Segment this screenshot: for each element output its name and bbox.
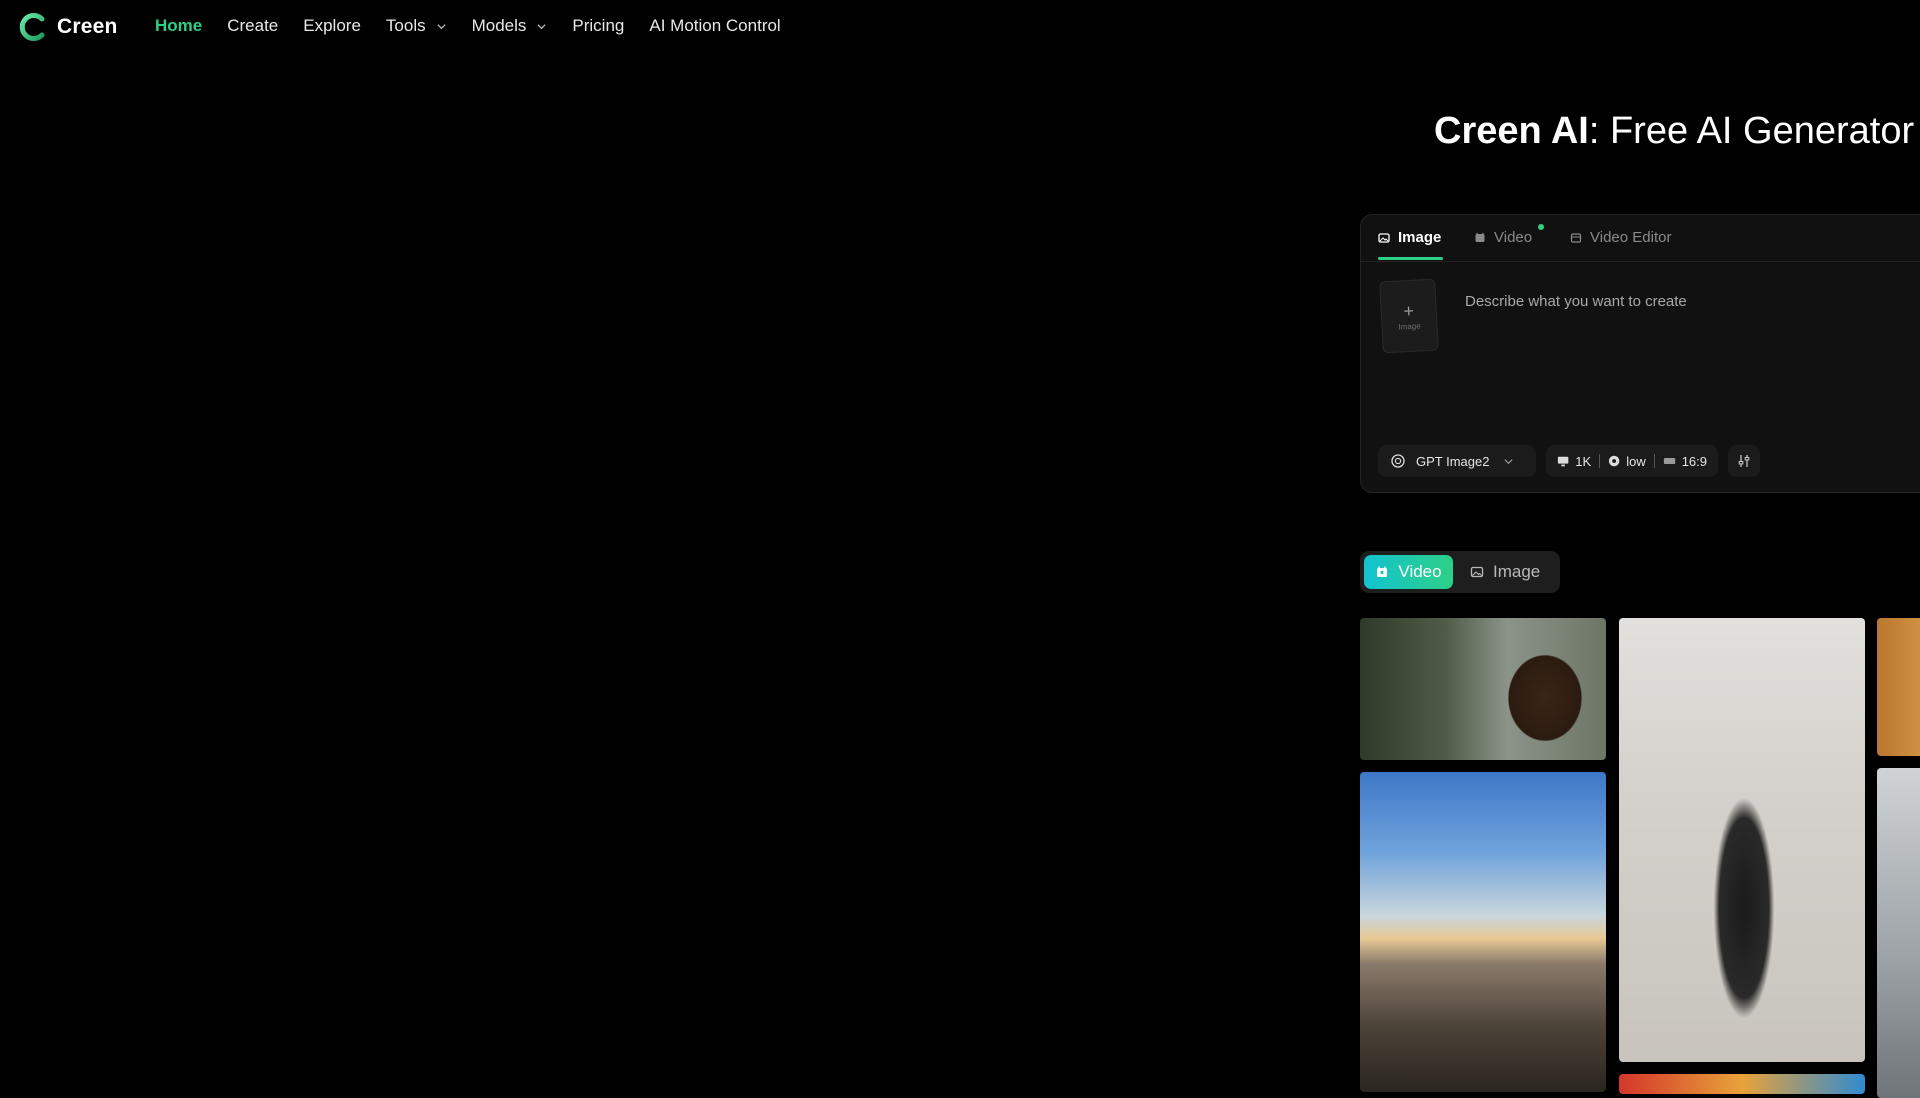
logo-text: Creen: [57, 15, 118, 38]
page-title: Creen AI: Free AI Generator: [1434, 110, 1914, 153]
resolution-value: 1K: [1575, 453, 1592, 469]
quality-icon: [1608, 455, 1620, 467]
video-editor-icon: [1570, 232, 1582, 243]
monitor-icon: [1557, 456, 1569, 466]
tab-video-label: Video: [1494, 229, 1533, 246]
nav-home-label: Home: [155, 16, 203, 35]
tab-image-label: Image: [1398, 229, 1442, 246]
nav-create-label: Create: [227, 16, 279, 35]
image-upload-label: Image: [1398, 320, 1421, 332]
plus-icon: +: [1402, 300, 1415, 321]
nav-home[interactable]: Home: [155, 16, 202, 36]
nav-models[interactable]: Models: [472, 16, 548, 36]
nav-models-label: Models: [471, 16, 527, 35]
quality-value: low: [1626, 453, 1646, 469]
aspect-ratio-icon: [1663, 457, 1675, 465]
generation-settings-button[interactable]: 1K low 16:9: [1546, 445, 1718, 477]
logo[interactable]: Creen: [18, 12, 118, 42]
main-nav: Home Create Explore Tools Models Pricing…: [155, 16, 806, 36]
divider: [1653, 454, 1655, 468]
toggle-image-label: Image: [1493, 562, 1541, 581]
nav-tools-label: Tools: [385, 16, 426, 35]
sliders-icon: [1738, 455, 1750, 467]
tab-image[interactable]: Image: [1378, 229, 1441, 246]
nav-ai-motion-control-label: AI Motion Control: [649, 16, 781, 35]
gallery-thumb-partial[interactable]: [1877, 618, 1920, 756]
nav-pricing[interactable]: Pricing: [572, 16, 624, 36]
tab-video-editor[interactable]: Video Editor: [1570, 229, 1671, 246]
model-select[interactable]: GPT Image2: [1378, 445, 1536, 477]
nav-tools[interactable]: Tools: [386, 16, 447, 36]
chevron-down-icon: [1504, 458, 1514, 464]
video-icon: [1377, 566, 1388, 577]
gallery-bigfoot-thumb[interactable]: [1360, 618, 1606, 760]
prompt-input[interactable]: Describe what you want to create: [1465, 293, 1687, 310]
nav-create[interactable]: Create: [227, 16, 278, 36]
new-indicator-dot: [1538, 224, 1544, 230]
gallery-portrait-thumb[interactable]: [1619, 618, 1865, 1062]
creen-logo-icon: [19, 13, 45, 41]
active-tab-indicator: [1378, 257, 1443, 260]
openai-icon: [1391, 454, 1405, 468]
page-title-brand: Creen AI: [1434, 110, 1589, 152]
page-title-rest: : Free AI Generator: [1588, 110, 1915, 152]
toggle-video-button[interactable]: Video: [1364, 555, 1453, 589]
aspect-ratio-value: 16:9: [1681, 453, 1708, 469]
nav-pricing-label: Pricing: [572, 16, 625, 35]
video-icon: [1475, 232, 1485, 242]
generator-panel: Image Video Video Editor + Image Describ…: [1360, 214, 1920, 493]
advanced-settings-button[interactable]: [1728, 445, 1760, 477]
gallery-city-skyline-thumb[interactable]: [1360, 772, 1606, 1092]
toggle-video-label: Video: [1398, 562, 1442, 581]
tab-video-editor-label: Video Editor: [1590, 229, 1672, 246]
divider: [1599, 454, 1600, 468]
image-icon: [1470, 566, 1484, 578]
toggle-image-button[interactable]: Image: [1470, 555, 1540, 589]
top-navigation-bar: Creen Home Create Explore Tools Models P…: [0, 0, 1920, 54]
gallery-type-toggle: Video Image: [1360, 551, 1560, 593]
chevron-down-icon: [537, 23, 547, 29]
nav-ai-motion-control[interactable]: AI Motion Control: [649, 16, 780, 36]
model-select-label: GPT Image2: [1416, 453, 1490, 469]
gallery-thumb-partial[interactable]: [1619, 1074, 1865, 1094]
nav-explore[interactable]: Explore: [303, 16, 361, 36]
image-icon: [1378, 232, 1390, 243]
tab-video[interactable]: Video: [1474, 229, 1532, 246]
image-upload-button[interactable]: + Image: [1379, 278, 1439, 354]
chevron-down-icon: [436, 23, 446, 29]
generator-tabs: Image Video Video Editor: [1361, 215, 1920, 262]
gallery-thumb-partial[interactable]: [1877, 768, 1920, 1098]
nav-explore-label: Explore: [303, 16, 361, 35]
